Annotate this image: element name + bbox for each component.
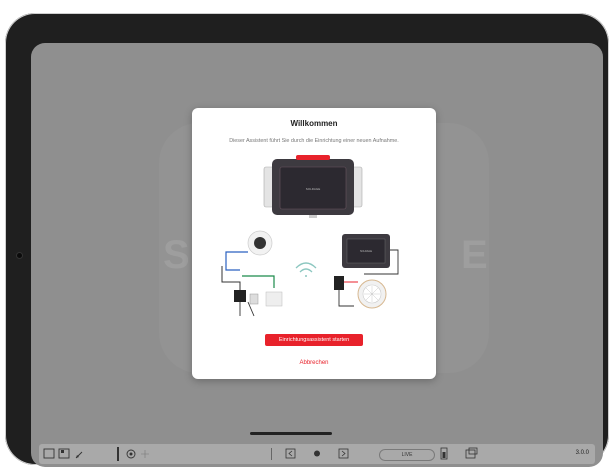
background-letter-left: S	[163, 233, 192, 277]
bottom-toolbar: LIVE 3.0.0	[39, 444, 595, 464]
welcome-dialog: Willkommen Dieser Assistent führt Sie du…	[192, 108, 436, 379]
version-label: 3.0.0	[575, 450, 589, 456]
next-icon	[338, 448, 349, 459]
svg-text:SOLDAGE: SOLDAGE	[306, 187, 321, 191]
toolbar-tool-icons[interactable]	[125, 448, 155, 460]
background-letter-right: E	[461, 233, 490, 277]
cancel-button[interactable]: Abbrechen	[192, 360, 436, 366]
prev-icon	[285, 448, 296, 459]
home-indicator[interactable]	[250, 432, 332, 435]
toolbar-right-icons[interactable]	[437, 446, 487, 462]
svg-text:SOLDAGE: SOLDAGE	[360, 250, 372, 253]
wifi-icon	[295, 262, 317, 277]
toolbar-left-icons	[43, 448, 83, 459]
layout-single-icon	[43, 448, 55, 459]
playback-controls[interactable]	[283, 447, 367, 461]
setup-illustration: SOLDAGE	[221, 230, 399, 317]
dialog-subtitle: Dieser Assistent führt Sie durch die Ein…	[229, 138, 399, 144]
dialog-title: Willkommen	[290, 119, 338, 128]
start-wizard-button[interactable]: Einrichtungsassistent starten	[265, 334, 363, 346]
live-toggle[interactable]: LIVE	[379, 449, 435, 461]
device-illustration: SOLDAGE	[263, 155, 363, 218]
move-icon	[141, 450, 149, 458]
toolbar-divider-2	[271, 448, 272, 460]
record-icon	[314, 450, 320, 457]
camera-dot	[17, 253, 22, 258]
toolbar-divider	[117, 447, 119, 461]
